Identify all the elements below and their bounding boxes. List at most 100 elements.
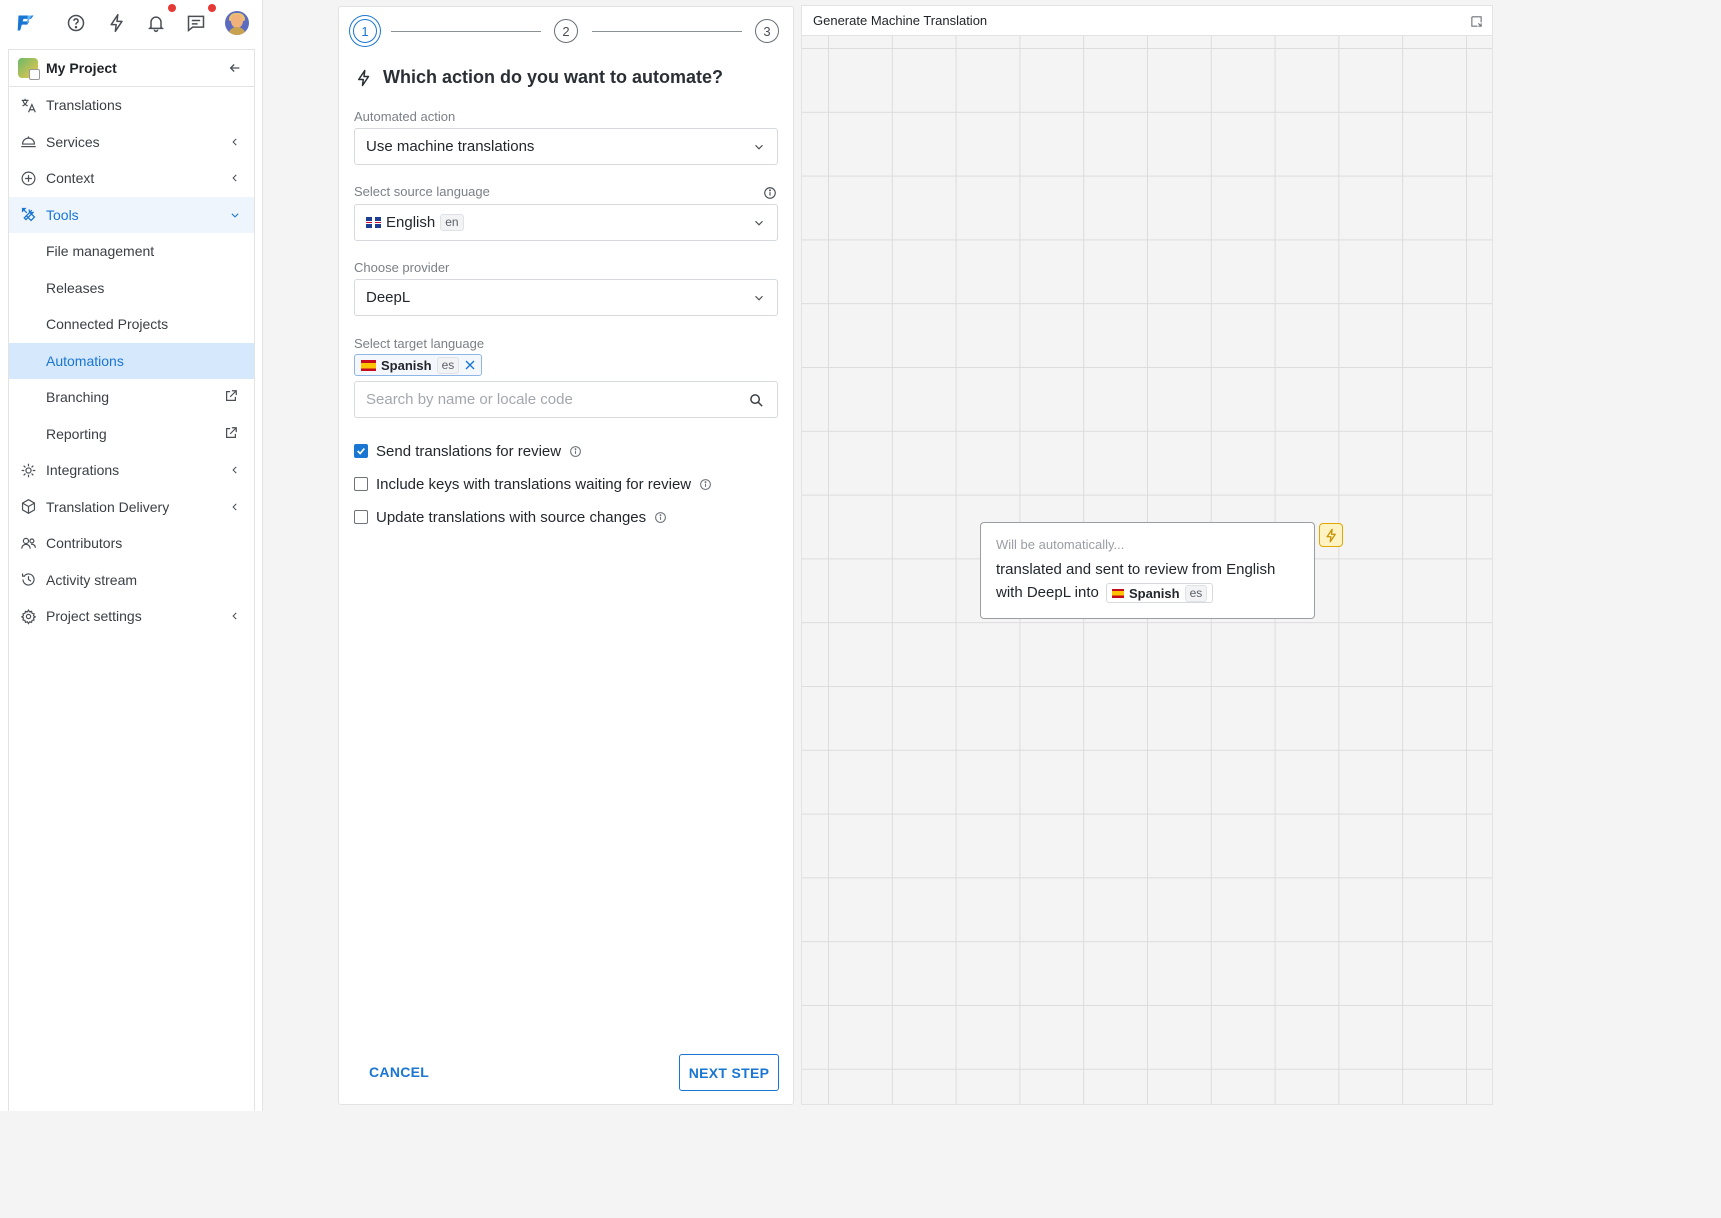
sidebar-item-file-management[interactable]: File management bbox=[9, 233, 254, 270]
sidebar: My Project Translations Services Context… bbox=[8, 49, 255, 1111]
people-icon bbox=[19, 534, 37, 552]
include-waiting-keys-option[interactable]: Include keys with translations waiting f… bbox=[354, 474, 712, 494]
node-description: translated and sent to review from Engli… bbox=[996, 558, 1299, 604]
logo-icon[interactable] bbox=[14, 11, 38, 35]
sidebar-item-releases[interactable]: Releases bbox=[9, 270, 254, 307]
top-bar bbox=[0, 0, 263, 46]
info-icon[interactable] bbox=[699, 478, 712, 491]
source-language-code: en bbox=[440, 214, 464, 231]
automation-canvas: Generate Machine Translation Will be aut… bbox=[801, 5, 1493, 1105]
wizard-title: Which action do you want to automate? bbox=[355, 67, 723, 88]
target-language-code: es bbox=[436, 356, 460, 374]
spain-flag-icon bbox=[1112, 588, 1125, 598]
plus-circle-icon bbox=[19, 169, 37, 187]
sidebar-item-translations[interactable]: Translations bbox=[9, 87, 254, 124]
sidebar-item-automations[interactable]: Automations bbox=[9, 342, 254, 379]
sidebar-item-contributors[interactable]: Contributors bbox=[9, 525, 254, 562]
chevron-left-icon bbox=[227, 462, 243, 478]
wizard-title-text: Which action do you want to automate? bbox=[383, 67, 723, 87]
sidebar-item-integrations[interactable]: Integrations bbox=[9, 452, 254, 489]
sidebar-item-connected-projects[interactable]: Connected Projects bbox=[9, 306, 254, 343]
chevron-down-icon bbox=[755, 144, 763, 150]
node-language-chip: Spanish es bbox=[1106, 583, 1214, 604]
notification-dot bbox=[168, 4, 176, 12]
message-dot bbox=[208, 4, 216, 12]
info-icon[interactable] bbox=[763, 186, 777, 200]
sidebar-item-reporting[interactable]: Reporting bbox=[9, 416, 254, 453]
bell-icon[interactable] bbox=[144, 11, 168, 35]
sidebar-item-services[interactable]: Services bbox=[9, 124, 254, 161]
info-icon[interactable] bbox=[569, 445, 582, 458]
source-language-select[interactable]: English en bbox=[354, 204, 778, 241]
provider-select[interactable]: DeepL bbox=[354, 279, 778, 316]
bolt-icon[interactable] bbox=[105, 11, 129, 35]
target-language-name: Spanish bbox=[381, 357, 432, 373]
update-source-changes-checkbox[interactable] bbox=[354, 510, 368, 524]
spain-flag-icon bbox=[361, 359, 376, 371]
trigger-bolt-icon[interactable] bbox=[1319, 523, 1343, 547]
info-icon[interactable] bbox=[654, 511, 667, 524]
chevron-down-icon bbox=[755, 220, 763, 226]
target-language-search-input[interactable] bbox=[355, 382, 735, 417]
next-step-button[interactable]: NEXT STEP bbox=[679, 1054, 779, 1091]
target-language-search bbox=[354, 381, 778, 418]
send-for-review-label: Send translations for review bbox=[376, 442, 562, 460]
automation-node[interactable]: Will be automatically... translated and … bbox=[980, 522, 1315, 619]
automated-action-select[interactable]: Use machine translations bbox=[354, 128, 778, 165]
sidebar-item-translation-delivery[interactable]: Translation Delivery bbox=[9, 489, 254, 526]
step-3[interactable]: 3 bbox=[755, 19, 779, 43]
search-icon bbox=[750, 394, 763, 407]
delivery-icon bbox=[19, 498, 37, 516]
sidebar-item-activity-stream[interactable]: Activity stream bbox=[9, 562, 254, 599]
uk-flag-icon bbox=[366, 217, 381, 228]
project-logo bbox=[18, 58, 40, 80]
cancel-button[interactable]: CANCEL bbox=[369, 1064, 429, 1080]
project-header: My Project bbox=[9, 50, 254, 87]
tools-icon bbox=[19, 206, 37, 224]
integrations-icon bbox=[19, 461, 37, 479]
step-connector bbox=[391, 31, 541, 32]
avatar[interactable] bbox=[225, 11, 249, 35]
history-icon bbox=[19, 571, 37, 589]
collapse-sidebar-icon[interactable] bbox=[225, 58, 245, 78]
step-1[interactable]: 1 bbox=[353, 19, 377, 43]
send-for-review-option[interactable]: Send translations for review bbox=[354, 441, 582, 461]
chat-icon[interactable] bbox=[184, 11, 208, 35]
chevron-left-icon bbox=[227, 134, 243, 150]
target-language-label: Select target language bbox=[354, 336, 485, 351]
step-2[interactable]: 2 bbox=[554, 19, 578, 43]
update-source-changes-option[interactable]: Update translations with source changes bbox=[354, 507, 667, 527]
chevron-left-icon bbox=[227, 499, 243, 515]
update-source-changes-label: Update translations with source changes bbox=[376, 508, 647, 526]
sidebar-item-context[interactable]: Context bbox=[9, 160, 254, 197]
external-link-icon bbox=[224, 389, 240, 405]
translate-icon bbox=[19, 96, 37, 114]
sidebar-item-project-settings[interactable]: Project settings bbox=[9, 598, 254, 635]
sidebar-item-tools[interactable]: Tools bbox=[9, 196, 254, 233]
include-waiting-keys-checkbox[interactable] bbox=[354, 477, 368, 491]
help-icon[interactable] bbox=[64, 11, 88, 35]
chevron-down-icon bbox=[755, 295, 763, 301]
target-language-tag: Spanish es bbox=[354, 354, 483, 376]
chevron-left-icon bbox=[227, 608, 243, 624]
provider-label: Choose provider bbox=[354, 260, 450, 275]
automation-wizard: 1 2 3 Which action do you want to automa… bbox=[338, 6, 794, 1105]
source-language-name: English bbox=[386, 214, 436, 231]
automated-action-value: Use machine translations bbox=[366, 138, 535, 155]
include-waiting-keys-label: Include keys with translations waiting f… bbox=[376, 475, 692, 493]
provider-value: DeepL bbox=[366, 289, 411, 306]
stepper: 1 2 3 bbox=[351, 18, 781, 46]
chevron-down-icon bbox=[227, 207, 243, 223]
gear-icon bbox=[19, 607, 37, 625]
node-language-code: es bbox=[1184, 584, 1208, 602]
remove-tag-icon[interactable] bbox=[465, 360, 475, 370]
automated-action-label: Automated action bbox=[354, 109, 456, 124]
send-for-review-checkbox[interactable] bbox=[354, 444, 368, 458]
bolt-icon bbox=[358, 69, 370, 86]
canvas-header: Generate Machine Translation bbox=[802, 6, 1492, 36]
sidebar-item-branching[interactable]: Branching bbox=[9, 379, 254, 416]
project-name: My Project bbox=[46, 60, 117, 76]
fit-view-icon[interactable] bbox=[1470, 15, 1483, 28]
node-language-name: Spanish bbox=[1129, 585, 1180, 601]
source-language-label: Select source language bbox=[354, 184, 490, 199]
